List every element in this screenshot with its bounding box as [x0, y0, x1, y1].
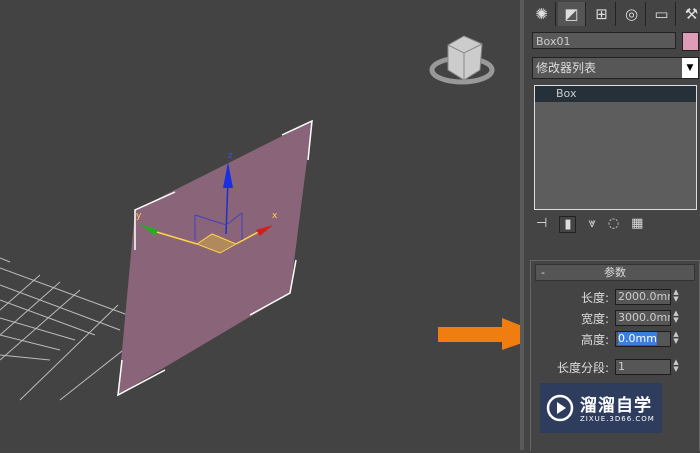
create-tab-icon[interactable]: ✺ [528, 2, 556, 26]
width-spinner[interactable]: ▲ ▼ [671, 310, 681, 324]
object-color-swatch[interactable] [682, 32, 699, 51]
viewport[interactable]: z y x [0, 0, 545, 450]
width-input[interactable]: 3000.0mm [615, 310, 671, 326]
modify-tab-icon[interactable]: ◩ [558, 2, 586, 26]
length-segs-row: 长度分段: 1 ▲ ▼ [531, 359, 699, 375]
chevron-down-icon[interactable]: ▼ [682, 58, 698, 78]
width-label: 宽度: [580, 312, 609, 326]
display-tab-icon[interactable]: ▭ [648, 2, 676, 26]
height-row: 高度: 0.0mm ▲ ▼ [531, 331, 699, 347]
modifier-list-dropdown[interactable]: 修改器列表 ▼ [532, 57, 699, 79]
remove-modifier-icon[interactable]: ◌ [608, 216, 619, 233]
collapse-icon[interactable]: - [541, 265, 545, 280]
height-label: 高度: [580, 333, 609, 347]
panel-tabs: ✺ ◩ ⊞ ◎ ▭ ⚒ [528, 2, 700, 28]
configure-sets-icon[interactable]: ▦ [631, 216, 643, 233]
height-input[interactable]: 0.0mm [615, 331, 671, 347]
plane-object[interactable] [118, 121, 312, 395]
modifier-list-label: 修改器列表 [536, 61, 597, 75]
motion-tab-icon[interactable]: ◎ [618, 2, 646, 26]
rollout-title: 参数 [604, 266, 626, 279]
watermark-title: 溜溜自学 [580, 396, 652, 416]
axis-x-label: x [272, 211, 278, 221]
show-end-result-icon[interactable]: ▮ [559, 216, 577, 233]
watermark-url: ZIXUE.3D66.COM [580, 415, 655, 423]
stack-toolbar: ⊣ ▮ ⩔ ◌ ▦ [536, 216, 696, 233]
utilities-tab-icon[interactable]: ⚒ [678, 2, 700, 26]
make-unique-icon[interactable]: ⩔ [588, 216, 595, 233]
hierarchy-tab-icon[interactable]: ⊞ [588, 2, 616, 26]
stack-item-box[interactable]: Box [535, 86, 696, 102]
play-logo-icon [546, 394, 574, 422]
orange-arrow-annotation [438, 318, 545, 350]
width-row: 宽度: 3000.0mm▲▼ [531, 310, 699, 326]
length-segs-spinner[interactable]: ▲ ▼ [671, 359, 681, 373]
viewcube[interactable] [429, 35, 495, 85]
axis-z-label: z [228, 151, 233, 161]
length-input[interactable]: 2000.0mm [615, 289, 671, 305]
length-spinner[interactable]: ▲ ▼ [671, 289, 681, 303]
parameters-rollout-header[interactable]: - 参数 [535, 264, 695, 281]
height-value: 0.0mm [618, 332, 657, 345]
length-segs-label: 长度分段: [556, 361, 609, 375]
viewport-scene: z y x [0, 35, 545, 401]
length-segs-input[interactable]: 1 [615, 359, 671, 375]
length-row: 长度: 2000.0mm▲▼ [531, 289, 699, 305]
watermark: 溜溜自学 ZIXUE.3D66.COM [540, 383, 662, 433]
length-label: 长度: [580, 291, 609, 305]
height-spinner[interactable]: ▲ ▼ [671, 331, 681, 345]
pin-stack-icon[interactable]: ⊣ [536, 216, 547, 233]
object-name-input[interactable]: Box01 [532, 32, 676, 49]
modifier-stack[interactable]: Box [534, 85, 697, 210]
axis-y-label: y [136, 211, 142, 221]
